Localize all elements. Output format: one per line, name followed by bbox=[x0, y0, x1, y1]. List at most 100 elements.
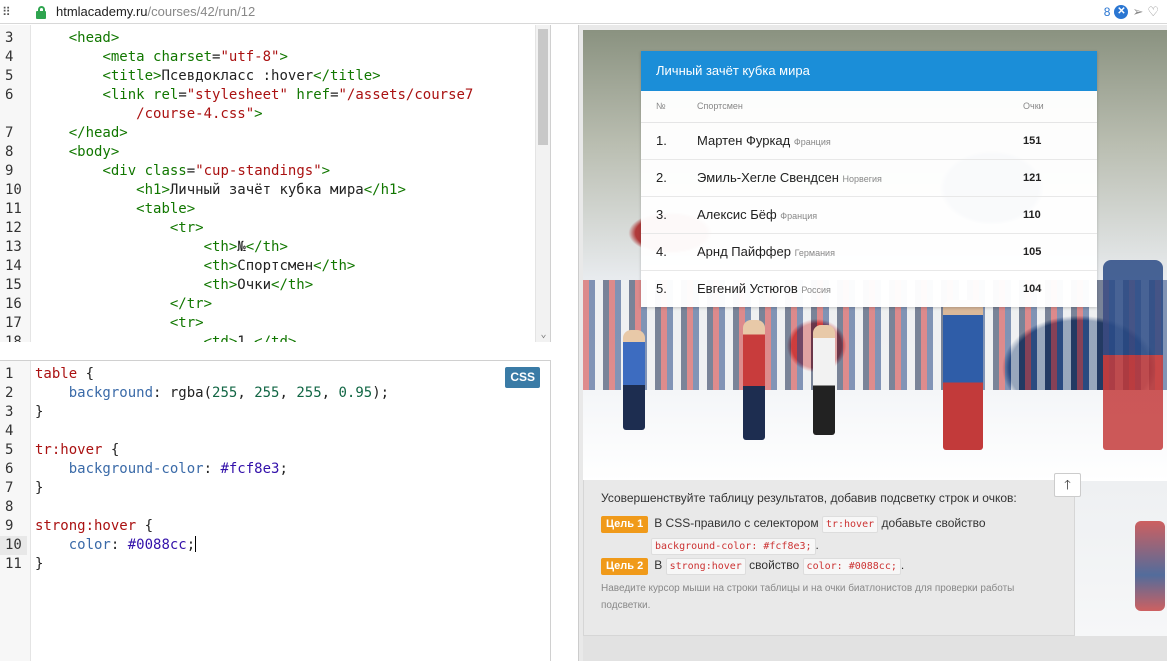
code-text[interactable]: /course-4.css"> bbox=[27, 105, 262, 124]
code-text[interactable]: <th>Очки</th> bbox=[27, 276, 314, 295]
points-cell[interactable]: 151 bbox=[1017, 122, 1097, 160]
code-text[interactable]: </tr> bbox=[27, 295, 212, 314]
code-line[interactable]: /course-4.css"> bbox=[0, 105, 534, 124]
code-text[interactable]: <tr> bbox=[27, 219, 204, 238]
code-text[interactable]: <body> bbox=[27, 143, 120, 162]
code-token: <th> bbox=[203, 258, 238, 274]
code-text[interactable]: strong:hover { bbox=[27, 517, 153, 536]
athlete-country: Франция bbox=[780, 211, 818, 221]
table-row[interactable]: 1. Мартен Фуркад Франция 151 bbox=[641, 122, 1097, 160]
code-line[interactable]: 8 bbox=[0, 498, 534, 517]
table-row[interactable]: 5. Евгений Устюгов Россия 104 bbox=[641, 270, 1097, 307]
code-line[interactable]: 9 <div class="cup-standings"> bbox=[0, 162, 534, 181]
heart-icon[interactable]: ♡ bbox=[1147, 4, 1159, 20]
code-text[interactable]: tr:hover { bbox=[27, 441, 119, 460]
code-token: { bbox=[136, 518, 154, 534]
code-token: 255 bbox=[296, 385, 322, 401]
code-text[interactable]: background-color: #fcf8e3; bbox=[27, 460, 288, 479]
code-line[interactable]: 2 background: rgba(255, 255, 255, 0.95); bbox=[0, 384, 534, 403]
code-text[interactable]: <link rel="stylesheet" href="/assets/cou… bbox=[27, 86, 473, 105]
apps-grid-icon[interactable]: ⠿ bbox=[2, 5, 16, 19]
code-line[interactable]: 1 table { bbox=[0, 365, 534, 384]
code-text[interactable]: background: rgba(255, 255, 255, 0.95); bbox=[27, 384, 389, 403]
code-line[interactable]: 3 <head> bbox=[0, 29, 534, 48]
code-line[interactable]: 17 <tr> bbox=[0, 314, 534, 333]
code-token: /course-4.css" bbox=[35, 106, 255, 122]
css-code-lines[interactable]: 1 table {2 background: rgba(255, 255, 255… bbox=[0, 365, 534, 574]
code-text[interactable]: <title>Псевдокласс :hover</title> bbox=[27, 67, 380, 86]
html-code-lines[interactable]: 3 <head> 4 <meta charset="utf-8"> 5 <title… bbox=[0, 29, 534, 342]
points-value[interactable]: 104 bbox=[1023, 283, 1041, 295]
extension-count[interactable]: 8 bbox=[1104, 5, 1111, 19]
code-text[interactable]: <td>1.</td> bbox=[27, 333, 297, 342]
code-text[interactable]: } bbox=[27, 479, 43, 498]
code-line[interactable]: 5 <title>Псевдокласс :hover</title> bbox=[0, 67, 534, 86]
code-line[interactable]: 13 <th>№</th> bbox=[0, 238, 534, 257]
code-line[interactable]: 4 bbox=[0, 422, 534, 441]
athlete-country: Россия bbox=[801, 285, 831, 296]
points-value[interactable]: 151 bbox=[1023, 135, 1041, 147]
share-icon[interactable]: ➢ bbox=[1132, 4, 1143, 20]
code-line[interactable]: 16 </tr> bbox=[0, 295, 534, 314]
url-text[interactable]: htmlacademy.ru/courses/42/run/12 bbox=[56, 4, 255, 19]
code-line[interactable]: 14 <th>Спортсмен</th> bbox=[0, 257, 534, 276]
points-value[interactable]: 105 bbox=[1023, 246, 1041, 258]
table-row[interactable]: 3. Алексис Бёф Франция 110 bbox=[641, 196, 1097, 234]
code-text[interactable]: </head> bbox=[27, 124, 128, 143]
code-line[interactable]: 4 <meta charset="utf-8"> bbox=[0, 48, 534, 67]
code-text[interactable]: <head> bbox=[27, 29, 120, 48]
code-text[interactable] bbox=[27, 498, 35, 517]
code-line[interactable]: 11} bbox=[0, 555, 534, 574]
code-line[interactable]: 9 strong:hover { bbox=[0, 517, 534, 536]
html-editor[interactable]: 3 <head> 4 <meta charset="utf-8"> 5 <title… bbox=[0, 25, 551, 342]
points-cell[interactable]: 105 bbox=[1017, 233, 1097, 271]
scrollbar-thumb[interactable] bbox=[538, 29, 548, 145]
code-text[interactable]: <th>№</th> bbox=[27, 238, 288, 257]
address-bar[interactable]: ⠿ htmlacademy.ru/courses/42/run/12 8 ✕ ➢… bbox=[0, 0, 1167, 24]
code-token: <div bbox=[102, 163, 145, 179]
code-line[interactable]: 7 </head> bbox=[0, 124, 534, 143]
code-text[interactable]: <table> bbox=[27, 200, 195, 219]
points-cell[interactable]: 121 bbox=[1017, 159, 1097, 197]
code-text[interactable]: color: #0088cc; bbox=[27, 536, 197, 555]
athlete-country: Франция bbox=[793, 137, 831, 147]
code-text[interactable]: } bbox=[27, 555, 43, 574]
code-line[interactable]: 8 <body> bbox=[0, 143, 534, 162]
points-cell[interactable]: 104 bbox=[1017, 270, 1097, 307]
points-value[interactable]: 110 bbox=[1023, 209, 1041, 221]
table-row[interactable]: 4. Арнд Пайффер Германия 105 bbox=[641, 233, 1097, 271]
code-line[interactable]: 7} bbox=[0, 479, 534, 498]
scroll-down-arrow-icon[interactable]: ⌄ bbox=[536, 328, 550, 342]
code-token: <th> bbox=[203, 239, 238, 255]
code-line[interactable]: 5 tr:hover { bbox=[0, 441, 534, 460]
code-text[interactable]: table { bbox=[27, 365, 94, 384]
code-line[interactable]: 18 <td>1.</td> bbox=[0, 333, 534, 342]
line-number: 18 bbox=[5, 334, 22, 342]
code-line[interactable]: 11 <table> bbox=[0, 200, 534, 219]
code-text[interactable] bbox=[27, 422, 35, 441]
code-text[interactable]: } bbox=[27, 403, 43, 422]
code-line[interactable]: 6 background-color: #fcf8e3; bbox=[0, 460, 534, 479]
code-line[interactable]: 3} bbox=[0, 403, 534, 422]
code-text[interactable]: <tr> bbox=[27, 314, 204, 333]
code-line[interactable]: 6 <link rel="stylesheet" href="/assets/c… bbox=[0, 86, 534, 105]
table-row[interactable]: 2. Эмиль-Хегле Свендсен Норвегия 121 bbox=[641, 159, 1097, 197]
code-text[interactable]: <meta charset="utf-8"> bbox=[27, 48, 287, 67]
code-line[interactable]: 10 <h1>Личный зачёт кубка мира</h1> bbox=[0, 181, 534, 200]
line-number: 17 bbox=[5, 315, 22, 331]
code-text[interactable]: <h1>Личный зачёт кубка мира</h1> bbox=[27, 181, 406, 200]
code-line[interactable]: 15 <th>Очки</th> bbox=[0, 276, 534, 295]
points-value[interactable]: 121 bbox=[1023, 172, 1041, 184]
css-editor[interactable]: 1 table {2 background: rgba(255, 255, 255… bbox=[0, 360, 551, 661]
code-line[interactable]: 12 <tr> bbox=[0, 219, 534, 238]
code-line[interactable]: 10 color: #0088cc; bbox=[0, 536, 534, 555]
scroll-up-button[interactable]: 🡑 bbox=[1054, 473, 1081, 497]
code-text[interactable]: <th>Спортсмен</th> bbox=[27, 257, 356, 276]
css-language-badge: CSS bbox=[505, 367, 540, 388]
points-cell[interactable]: 110 bbox=[1017, 196, 1097, 234]
html-editor-scrollbar[interactable]: ⌄ bbox=[535, 25, 550, 342]
code-text[interactable]: <div class="cup-standings"> bbox=[27, 162, 330, 181]
extension-icon[interactable]: ✕ bbox=[1114, 4, 1129, 19]
